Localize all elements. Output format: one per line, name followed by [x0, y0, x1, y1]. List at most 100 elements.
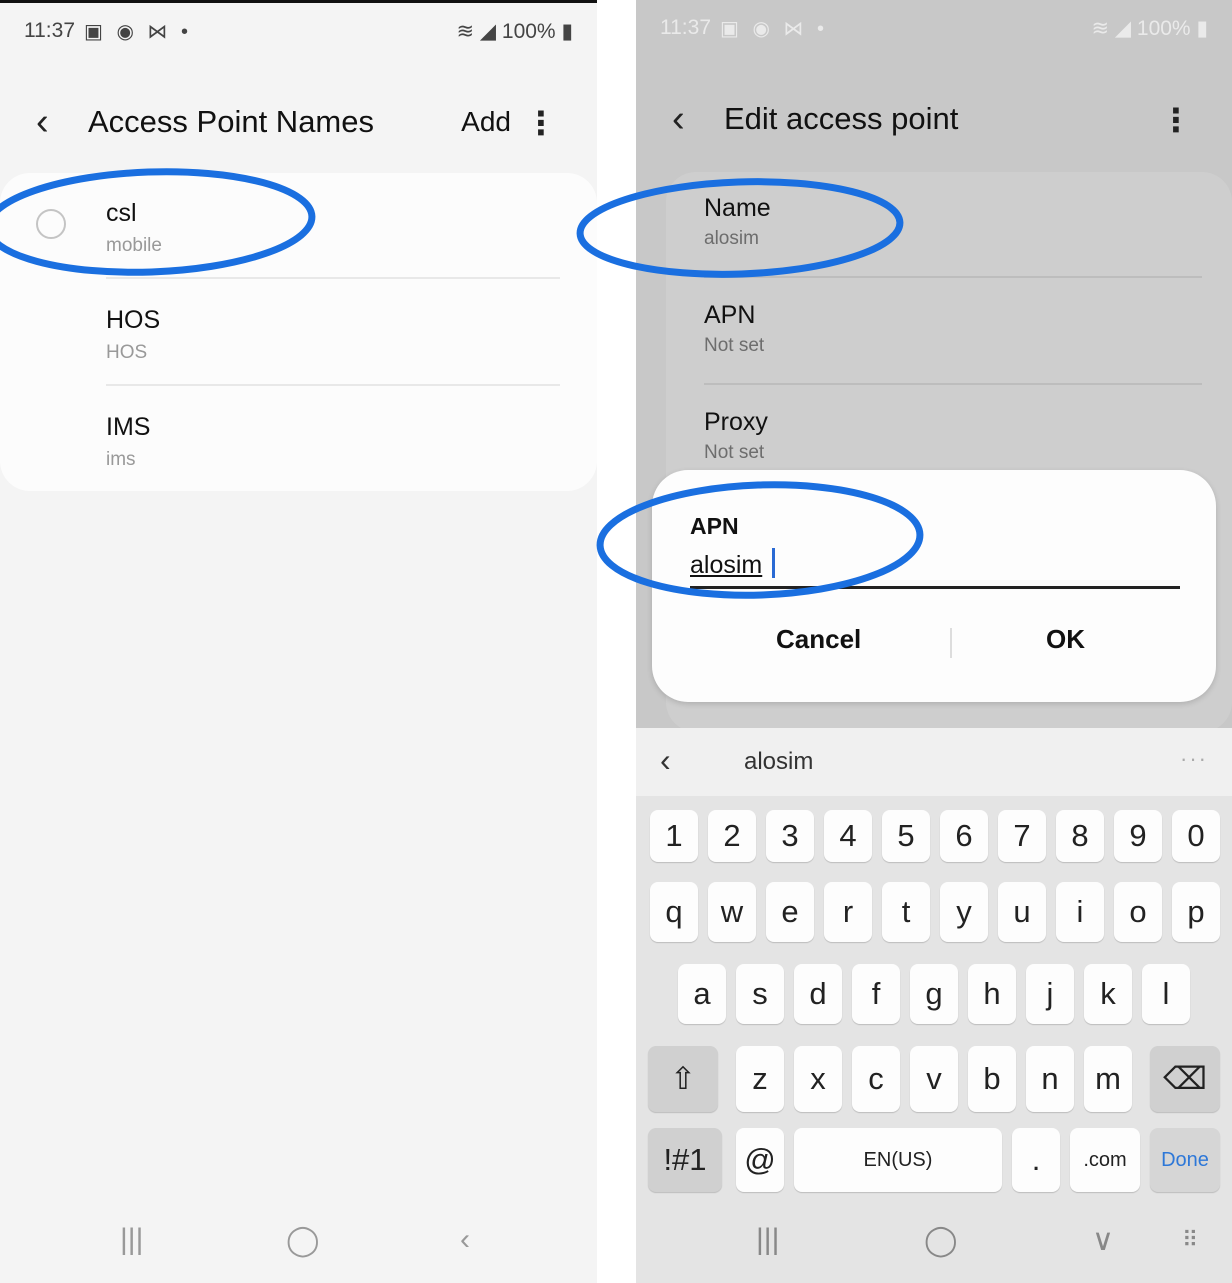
notification-icons: ▣ ◉ ⋈ • — [84, 21, 193, 43]
apn-text-field[interactable] — [690, 544, 1180, 589]
chevron-left-icon[interactable]: ‹ — [660, 742, 671, 779]
key-d[interactable]: d — [794, 964, 842, 1024]
hide-keyboard-icon[interactable]: ∨ — [1092, 1223, 1114, 1258]
more-options-icon[interactable]: ⋮ — [1160, 101, 1192, 139]
notification-icons: ▣ ◉ ⋈ • — [720, 18, 829, 40]
key-q[interactable]: q — [650, 882, 698, 942]
key-3[interactable]: 3 — [766, 810, 814, 862]
back-arrow-icon[interactable]: ‹ — [672, 97, 685, 141]
apn-item-csl[interactable]: csl mobile — [0, 173, 597, 279]
setting-label: Name — [704, 194, 771, 222]
key-6[interactable]: 6 — [940, 810, 988, 862]
apn-name: csl — [106, 199, 137, 227]
prediction-suggestion[interactable]: alosim — [744, 748, 813, 776]
text-cursor — [772, 548, 775, 578]
key-y[interactable]: y — [940, 882, 988, 942]
key-h[interactable]: h — [968, 964, 1016, 1024]
back-icon[interactable]: ‹ — [460, 1223, 470, 1257]
key-u[interactable]: u — [998, 882, 1046, 942]
prediction-bar: ‹ alosim ··· — [636, 728, 1232, 796]
key-f[interactable]: f — [852, 964, 900, 1024]
key-0[interactable]: 0 — [1172, 810, 1220, 862]
key-4[interactable]: 4 — [824, 810, 872, 862]
page-title: Access Point Names — [88, 104, 374, 139]
key-n[interactable]: n — [1026, 1046, 1074, 1112]
key-7[interactable]: 7 — [998, 810, 1046, 862]
setting-value: alosim — [704, 228, 759, 249]
home-icon[interactable]: ◯ — [924, 1223, 958, 1258]
battery-icon: ▮ — [1190, 17, 1208, 40]
key-w[interactable]: w — [708, 882, 756, 942]
key-i[interactable]: i — [1056, 882, 1104, 942]
navigation-bar: ||| ◯ ‹ — [0, 1203, 597, 1283]
key-m[interactable]: m — [1084, 1046, 1132, 1112]
apn-radio-button[interactable] — [36, 209, 66, 239]
spacebar[interactable]: EN(US) — [794, 1128, 1002, 1192]
cancel-button[interactable]: Cancel — [776, 624, 861, 655]
status-bar: 11:37 ▣ ◉ ⋈ • ≋ ◢ 100% ▮ — [660, 14, 1208, 44]
key-t[interactable]: t — [882, 882, 930, 942]
app-bar: ‹ Access Point Names Add ⋮ — [0, 98, 597, 148]
setting-apn[interactable]: APN Not set — [704, 279, 1202, 385]
clock: 11:37 — [660, 16, 711, 39]
home-icon[interactable]: ◯ — [286, 1223, 320, 1258]
more-icon[interactable]: ··· — [1180, 746, 1208, 772]
key-e[interactable]: e — [766, 882, 814, 942]
key-b[interactable]: b — [968, 1046, 1016, 1112]
recents-icon[interactable]: ||| — [120, 1223, 143, 1257]
dialog-title: APN — [690, 513, 739, 539]
setting-value: Not set — [704, 442, 765, 463]
key-p[interactable]: p — [1172, 882, 1220, 942]
key-k[interactable]: k — [1084, 964, 1132, 1024]
key-c[interactable]: c — [852, 1046, 900, 1112]
done-key[interactable]: Done — [1150, 1128, 1220, 1192]
backspace-key[interactable]: ⌫ — [1150, 1046, 1220, 1112]
apn-edit-dialog: APN Cancel OK — [652, 470, 1216, 702]
more-options-icon[interactable]: ⋮ — [525, 104, 557, 142]
battery-percent: 100% — [1136, 17, 1191, 40]
symbols-key[interactable]: !#1 — [648, 1128, 722, 1192]
divider — [704, 276, 1202, 278]
at-key[interactable]: @ — [736, 1128, 784, 1192]
key-1[interactable]: 1 — [650, 810, 698, 862]
apn-list: csl mobile HOS HOS IMS ims — [0, 173, 597, 491]
keyboard-switch-icon[interactable]: ⠿ — [1182, 1227, 1198, 1253]
apn-item-ims[interactable]: IMS ims — [0, 387, 597, 493]
recents-icon[interactable]: ||| — [756, 1223, 779, 1257]
key-o[interactable]: o — [1114, 882, 1162, 942]
app-bar: ‹ Edit access point ⋮ — [636, 95, 1232, 145]
period-key[interactable]: . — [1012, 1128, 1060, 1192]
setting-name[interactable]: Name alosim — [704, 172, 1202, 278]
key-2[interactable]: 2 — [708, 810, 756, 862]
key-g[interactable]: g — [910, 964, 958, 1024]
apn-type: ims — [106, 449, 136, 470]
key-a[interactable]: a — [678, 964, 726, 1024]
back-arrow-icon[interactable]: ‹ — [36, 100, 49, 144]
setting-label: Proxy — [704, 408, 768, 436]
key-r[interactable]: r — [824, 882, 872, 942]
apn-item-hos[interactable]: HOS HOS — [0, 280, 597, 386]
wifi-signal-icon: ≋ ◢ — [1091, 17, 1137, 40]
setting-value: Not set — [704, 335, 765, 356]
setting-label: APN — [704, 301, 756, 329]
battery-indicator: ≋ ◢ 100% ▮ — [456, 19, 573, 44]
battery-percent: 100% — [501, 20, 556, 43]
navigation-bar: ||| ◯ ∨ ⠿ — [636, 1203, 1232, 1283]
status-bar: 11:37 ▣ ◉ ⋈ • ≋ ◢ 100% ▮ — [24, 17, 573, 47]
apn-list-screen: 11:37 ▣ ◉ ⋈ • ≋ ◢ 100% ▮ ‹ Access Point … — [0, 0, 597, 1283]
dotcom-key[interactable]: .com — [1070, 1128, 1140, 1192]
key-j[interactable]: j — [1026, 964, 1074, 1024]
ok-button[interactable]: OK — [1046, 624, 1085, 655]
key-8[interactable]: 8 — [1056, 810, 1104, 862]
key-9[interactable]: 9 — [1114, 810, 1162, 862]
apn-name: HOS — [106, 306, 161, 334]
key-x[interactable]: x — [794, 1046, 842, 1112]
key-z[interactable]: z — [736, 1046, 784, 1112]
key-s[interactable]: s — [736, 964, 784, 1024]
shift-key[interactable]: ⇧ — [648, 1046, 718, 1112]
battery-indicator: ≋ ◢ 100% ▮ — [1091, 16, 1208, 41]
add-button[interactable]: Add — [461, 106, 511, 138]
key-5[interactable]: 5 — [882, 810, 930, 862]
key-l[interactable]: l — [1142, 964, 1190, 1024]
key-v[interactable]: v — [910, 1046, 958, 1112]
